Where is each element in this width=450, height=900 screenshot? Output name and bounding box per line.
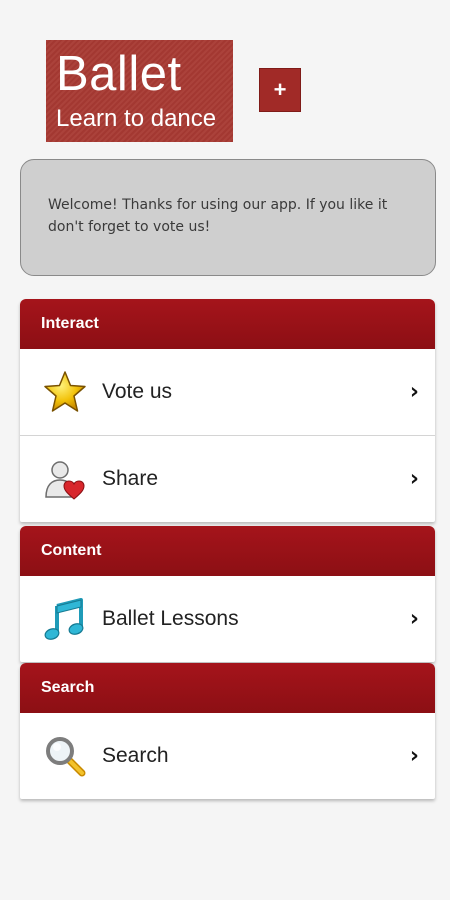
welcome-message: Welcome! Thanks for using our app. If yo… — [20, 159, 436, 276]
interact-section: Interact Vote us › Share › — [20, 299, 435, 522]
section-header-search: Search — [20, 663, 435, 713]
music-note-icon — [42, 596, 88, 642]
app-logo: Ballet Learn to dance — [46, 40, 233, 142]
logo-title: Ballet — [56, 47, 182, 101]
share-person-heart-icon — [42, 456, 88, 502]
share-label: Share — [102, 467, 159, 490]
section-header-content: Content — [20, 526, 435, 576]
chevron-right-icon: › — [409, 379, 419, 405]
section-header-interact: Interact — [20, 299, 435, 349]
magnifier-icon — [42, 733, 88, 779]
share-item[interactable]: Share › — [20, 436, 435, 522]
chevron-right-icon: › — [409, 466, 419, 492]
search-item[interactable]: Search › — [20, 713, 435, 799]
vote-us-label: Vote us — [102, 380, 173, 403]
content-section: Content Ballet Lessons › — [20, 526, 435, 662]
search-section: Search Search › — [20, 663, 435, 799]
chevron-right-icon: › — [409, 743, 419, 769]
search-label: Search — [102, 744, 169, 767]
ballet-lessons-label: Ballet Lessons — [102, 607, 239, 630]
logo-subtitle: Learn to dance — [56, 105, 217, 132]
add-button[interactable]: + — [259, 68, 301, 112]
ballet-lessons-item[interactable]: Ballet Lessons › — [20, 576, 435, 662]
chevron-right-icon: › — [409, 606, 419, 632]
vote-us-item[interactable]: Vote us › — [20, 349, 435, 436]
star-icon — [42, 369, 88, 415]
